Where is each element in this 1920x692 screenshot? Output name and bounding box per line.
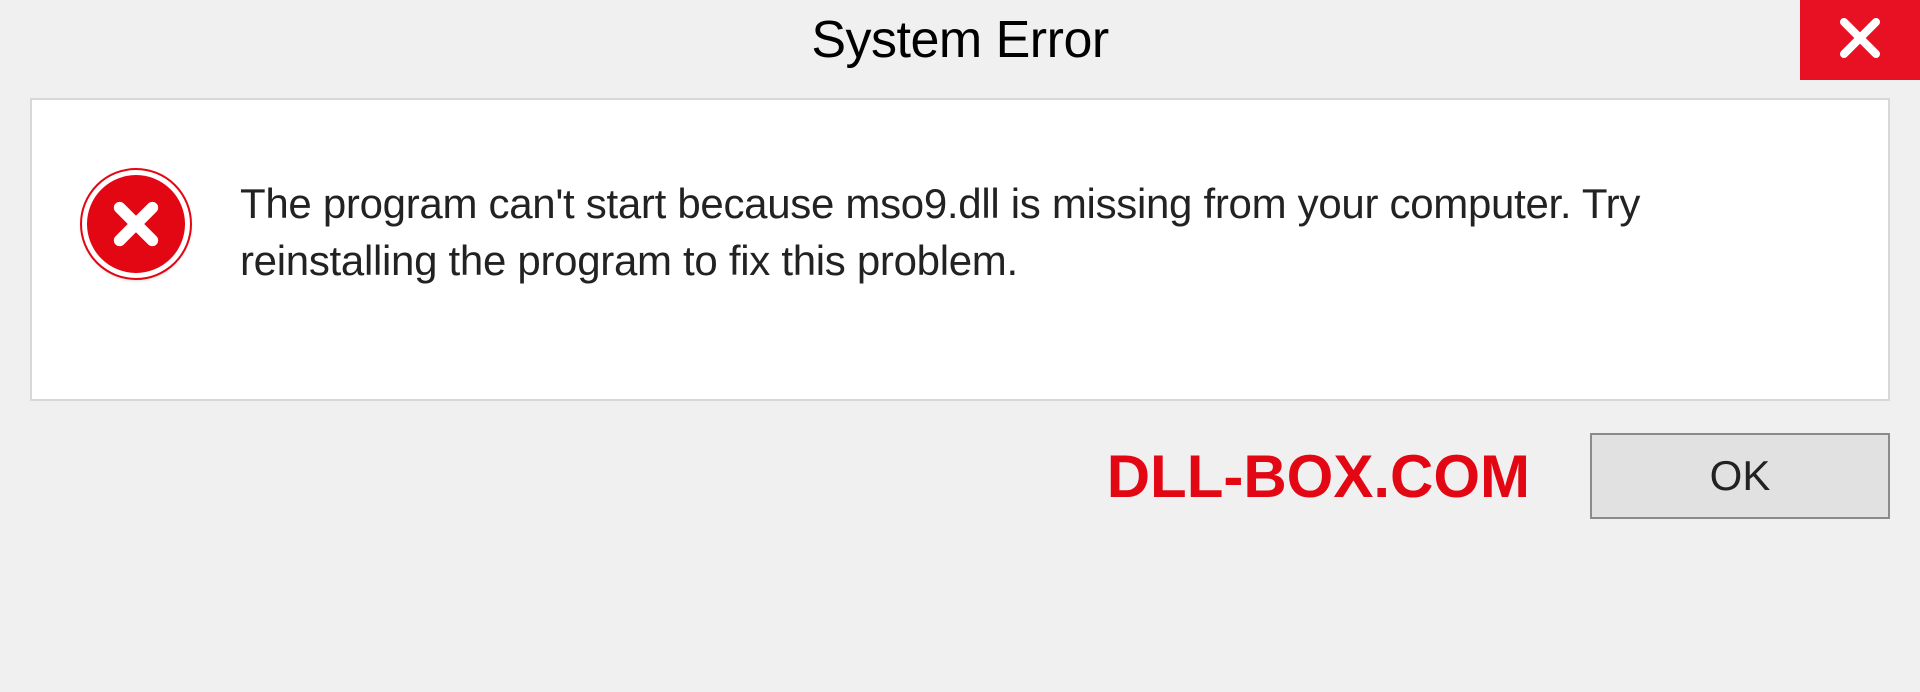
ok-button[interactable]: OK [1590, 433, 1890, 519]
watermark-text: DLL-BOX.COM [1107, 442, 1530, 511]
close-icon [1836, 14, 1884, 67]
titlebar: System Error [0, 0, 1920, 80]
dialog-title: System Error [811, 10, 1108, 70]
close-button[interactable] [1800, 0, 1920, 80]
error-message: The program can't start because mso9.dll… [240, 170, 1838, 289]
dialog-footer: DLL-BOX.COM OK [30, 401, 1890, 551]
error-icon [82, 170, 190, 278]
dialog-body: The program can't start because mso9.dll… [30, 98, 1890, 401]
